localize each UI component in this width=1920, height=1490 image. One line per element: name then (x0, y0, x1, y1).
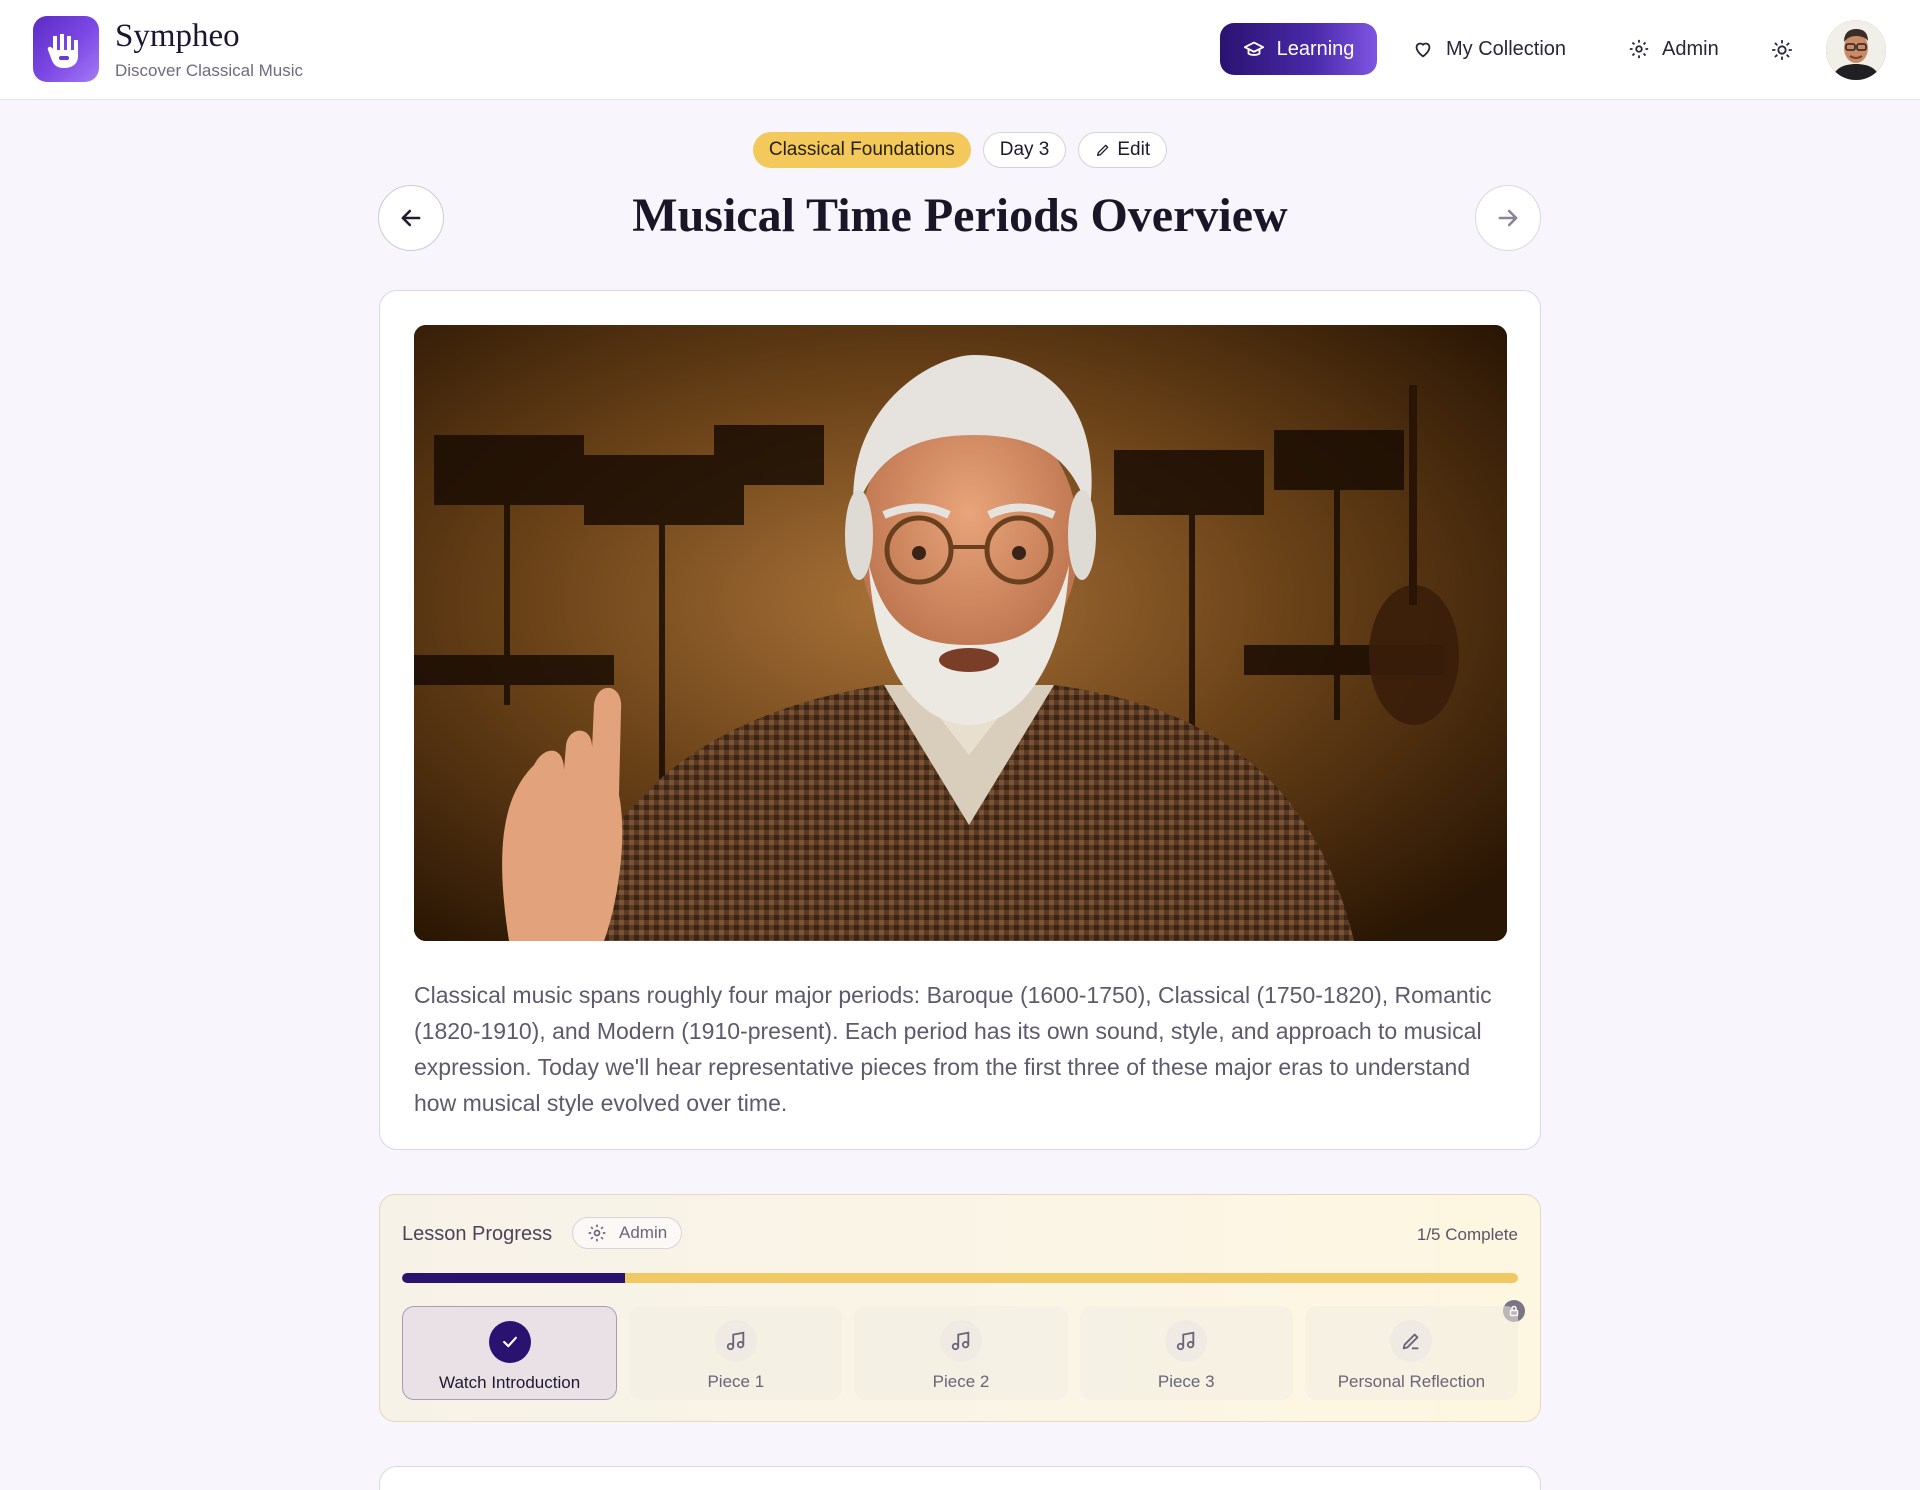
check-icon (502, 1336, 517, 1348)
theme-toggle-button[interactable] (1768, 36, 1796, 64)
progress-bar (402, 1273, 1518, 1283)
step-label: Personal Reflection (1337, 1372, 1486, 1391)
lesson-video-card: Classical music spans roughly four major… (379, 290, 1541, 1150)
step-label: Piece 1 (707, 1372, 765, 1391)
nav-learning-label: Learning (1276, 37, 1355, 60)
step-watch-introduction[interactable]: Watch Introduction (402, 1306, 618, 1400)
nav-admin-label: Admin (1662, 37, 1719, 60)
music-note-icon (951, 1331, 970, 1351)
app-name: Sympheo (115, 18, 240, 54)
step-status (1390, 1320, 1433, 1362)
lesson-title: Musical Time Periods Overview (632, 189, 1288, 242)
heart-icon (1415, 42, 1431, 58)
progress-admin-button[interactable]: Admin (572, 1217, 683, 1249)
next-lesson-button[interactable] (1475, 185, 1541, 251)
top-navigation-bar: Sympheo Discover Classical Music Learnin… (0, 0, 1920, 100)
intro-video-player[interactable] (414, 325, 1507, 941)
step-label: Piece 3 (1157, 1372, 1215, 1391)
hand-music-logo-icon (47, 34, 78, 68)
lesson-badges: Classical Foundations Day 3 Edit (0, 132, 1920, 168)
nav-my-collection[interactable]: My Collection (1412, 23, 1566, 75)
graduation-cap-icon (1243, 41, 1264, 56)
step-status (1165, 1320, 1208, 1362)
pencil-icon (1097, 144, 1109, 156)
lesson-progress-card: Lesson Progress Admin 1/5 Complete Watch… (379, 1194, 1541, 1422)
course-badge-label: Classical Foundations (768, 139, 955, 160)
step-label: Piece 2 (932, 1372, 990, 1391)
music-note-icon (1177, 1331, 1195, 1351)
next-content-card (379, 1466, 1541, 1490)
step-status (714, 1320, 757, 1362)
arrow-right-icon (1498, 209, 1518, 227)
step-status (940, 1320, 982, 1362)
sympheo-logo[interactable] (33, 16, 99, 82)
nav-collection-label: My Collection (1446, 37, 1567, 60)
step-label: Watch Introduction (439, 1373, 581, 1392)
course-badge[interactable]: Classical Foundations (752, 132, 971, 168)
lesson-description: Classical music spans roughly four major… (414, 982, 1492, 1116)
user-avatar[interactable] (1826, 20, 1886, 80)
day-badge-label: Day 3 (999, 139, 1050, 160)
progress-bar-fill (402, 1273, 626, 1283)
video-thumbnail-instructor (414, 325, 1507, 941)
music-note-icon (726, 1331, 745, 1351)
sun-icon (1771, 39, 1793, 61)
nav-learning-button[interactable]: Learning (1220, 23, 1377, 75)
lesson-steps: Watch Introduction Piece 1 Piece 2 Piece… (402, 1306, 1519, 1400)
step-piece-1[interactable]: Piece 1 (629, 1306, 843, 1400)
step-status (488, 1321, 531, 1363)
gear-icon (588, 1224, 606, 1242)
edit-button[interactable]: Edit (1078, 132, 1168, 168)
day-badge: Day 3 (982, 132, 1067, 168)
progress-count: 1/5 Complete (1416, 1225, 1518, 1244)
progress-title: Lesson Progress (402, 1223, 553, 1245)
step-personal-reflection[interactable]: Personal Reflection (1304, 1306, 1519, 1400)
step-piece-2[interactable]: Piece 2 (854, 1306, 1068, 1400)
app-tagline: Discover Classical Music (115, 61, 303, 80)
pencil-icon (1403, 1333, 1419, 1350)
nav-admin[interactable]: Admin (1628, 23, 1719, 75)
progress-admin-label: Admin (619, 1223, 668, 1242)
gear-icon (1629, 39, 1649, 59)
step-piece-3[interactable]: Piece 3 (1079, 1306, 1293, 1400)
edit-label: Edit (1117, 139, 1151, 160)
user-photo-icon (1826, 20, 1886, 80)
